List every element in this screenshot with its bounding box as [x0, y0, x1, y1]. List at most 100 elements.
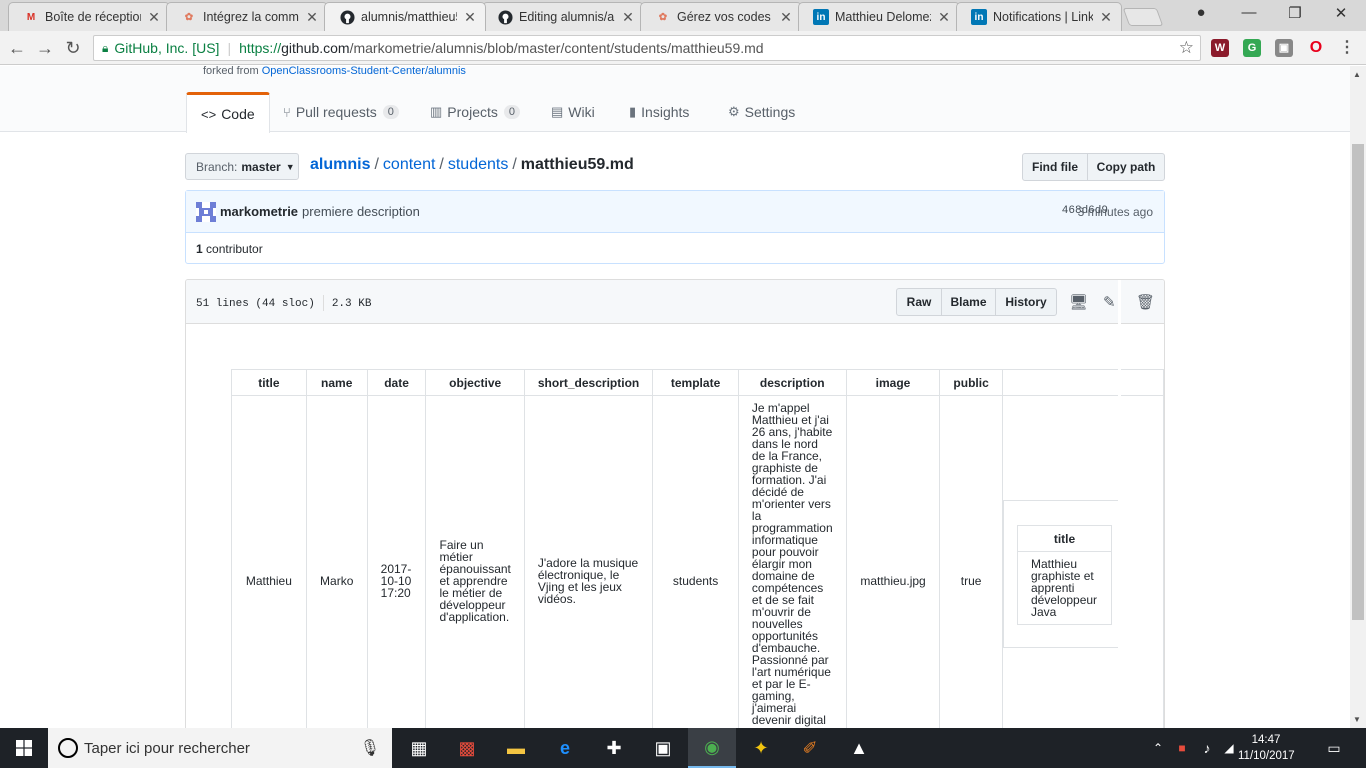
blame-button[interactable]: Blame [941, 288, 996, 316]
forward-icon[interactable]: → [34, 37, 56, 59]
commit-time: 3 minutes ago [1077, 205, 1153, 219]
forked-prefix: forked from [203, 66, 259, 77]
address-bar[interactable]: 🔒︎ GitHub, Inc. [US] | https:// github.c… [93, 35, 1201, 61]
desktop-icon[interactable]: 🖥︎ [1069, 293, 1088, 311]
graph-icon: ▮ [629, 104, 637, 119]
close-icon[interactable]: ✕ [621, 9, 635, 26]
tab-label: Pull requests [295, 104, 377, 120]
chrome-app-icon[interactable]: ◉ [688, 728, 736, 768]
close-icon[interactable]: ✕ [1099, 9, 1113, 26]
reload-icon[interactable]: ↻ [62, 37, 84, 59]
file-viewer: 51 lines (44 sloc) 2.3 KB Raw Blame Histo… [185, 279, 1165, 728]
tray-app-icon[interactable]: ■ [1172, 728, 1192, 768]
browser-tab[interactable]: Editing alumnis/a ✕ [482, 2, 644, 31]
breadcrumb-link[interactable]: students [448, 156, 508, 173]
browser-tab-active[interactable]: alumnis/matthieu5 ✕ [324, 2, 486, 31]
pencil-icon[interactable]: ✎ [1103, 293, 1116, 311]
contributors: 1 contributor [186, 233, 1164, 264]
calendar-app-icon[interactable]: ▦ [395, 728, 443, 768]
tab-label: Projects [447, 104, 498, 120]
new-tab-button[interactable] [1122, 8, 1164, 26]
url-path: /markometrie/alumnis/blob/master/content… [349, 40, 764, 56]
tray-up-arrow-icon[interactable]: ⌃ [1146, 728, 1170, 768]
file-explorer-icon[interactable]: ▬ [492, 728, 540, 768]
nested-column-header: title [1017, 525, 1112, 552]
nested-table: title Matthieu graphiste et apprenti dév… [1017, 525, 1112, 625]
extension-icon[interactable]: G [1243, 39, 1261, 57]
cortana-icon [58, 738, 78, 758]
edge-browser-icon[interactable]: e [541, 728, 589, 768]
scroll-up-icon[interactable]: ▲ [1353, 70, 1361, 79]
cell-date: 2017-10-10 17:20 [366, 395, 427, 728]
browser-tab[interactable]: in Matthieu Delomez ✕ [798, 2, 960, 31]
cell-short-description: J'adore la musique électronique, le Vjin… [523, 395, 654, 728]
browser-toolbar: ← → ↻ 🔒︎ GitHub, Inc. [US] | https:// gi… [0, 31, 1366, 65]
cell-image: matthieu.jpg [845, 395, 941, 728]
notification-center-icon[interactable]: ▭ [1318, 728, 1350, 768]
back-icon[interactable]: ← [6, 37, 28, 59]
trash-icon[interactable]: 🗑︎ [1136, 293, 1155, 311]
breadcrumb-link[interactable]: content [383, 156, 435, 173]
column-header: image [845, 369, 941, 396]
copy-path-button[interactable]: Copy path [1087, 153, 1165, 181]
branch-select[interactable]: Branch: master ▼ [185, 153, 299, 180]
close-icon[interactable]: ✕ [779, 9, 793, 26]
extension-icon[interactable]: ▣ [1275, 39, 1293, 57]
tab-label: Wiki [568, 104, 595, 120]
column-header: public [939, 369, 1003, 396]
close-icon[interactable]: ✕ [937, 9, 951, 26]
taskbar-search-input[interactable]: Taper ici pour rechercher 🎙︎ [48, 728, 392, 768]
store-app-icon[interactable]: ▣ [639, 728, 687, 768]
extension-icon[interactable]: W [1211, 39, 1229, 57]
tab-label: Insights [641, 104, 690, 120]
cell-name: Marko [305, 395, 368, 728]
linkedin-icon: in [971, 9, 987, 25]
network-icon[interactable]: ◢ [1220, 728, 1238, 768]
profile-icon[interactable]: ● [1186, 4, 1216, 21]
commit-message[interactable]: premiere description [302, 204, 420, 219]
scroll-down-icon[interactable]: ▼ [1353, 715, 1361, 724]
tab-wiki[interactable]: ▤ Wiki [551, 92, 595, 132]
find-file-button[interactable]: Find file [1022, 153, 1088, 181]
browser-tab[interactable]: ✿ Intégrez la commu ✕ [166, 2, 328, 31]
tab-pull-requests[interactable]: ⑂ Pull requests 0 [283, 92, 399, 132]
forked-link[interactable]: OpenClassrooms-Student-Center/alumnis [262, 66, 466, 77]
raw-button[interactable]: Raw [896, 288, 942, 316]
opera-icon[interactable]: O [1307, 39, 1325, 57]
breadcrumb-repo-link[interactable]: alumnis [310, 156, 370, 173]
minimize-icon[interactable]: — [1234, 4, 1264, 21]
close-icon[interactable]: ✕ [147, 9, 161, 26]
close-icon[interactable]: ✕ [463, 9, 477, 26]
menu-icon[interactable]: ⋮ [1338, 39, 1356, 57]
column-header: name [305, 369, 368, 396]
plus-app-icon[interactable]: ✚ [590, 728, 638, 768]
gift-app-icon[interactable]: ▩ [443, 728, 491, 768]
browser-tab[interactable]: in Notifications | Link ✕ [956, 2, 1122, 31]
avatar[interactable] [196, 201, 216, 222]
volume-icon[interactable]: ♪ [1196, 728, 1218, 768]
tab-projects[interactable]: ▥ Projects 0 [430, 92, 520, 132]
tab-settings[interactable]: ⚙ Settings [728, 92, 795, 132]
restore-icon[interactable]: ❐ [1280, 4, 1310, 22]
page-scrollbar[interactable]: ▲ ▼ [1350, 66, 1366, 728]
paint-app-icon[interactable]: ✐ [786, 728, 834, 768]
git-app-icon[interactable]: ✦ [737, 728, 785, 768]
close-icon[interactable]: ✕ [305, 9, 319, 26]
scrollbar-thumb[interactable] [1352, 144, 1364, 620]
browser-tab[interactable]: M Boîte de réception ✕ [8, 2, 170, 31]
microphone-icon[interactable]: 🎙︎ [360, 738, 380, 758]
cell-description: Je m'appel Matthieu et j'ai 26 ans, j'ha… [737, 395, 847, 728]
cell-objective: Faire un métier épanouissant et apprendr… [425, 395, 525, 728]
browser-tab[interactable]: ✿ Gérez vos codes s ✕ [640, 2, 802, 31]
photos-app-icon[interactable]: ▲ [835, 728, 883, 768]
bookmark-star-icon[interactable]: ☆ [1179, 38, 1194, 58]
close-window-icon[interactable]: ✕ [1326, 4, 1356, 22]
nested-table-container: title Matthieu graphiste et apprenti dév… [1003, 500, 1120, 648]
history-button[interactable]: History [995, 288, 1057, 316]
secure-label: GitHub, Inc. [US] [114, 40, 220, 56]
taskbar-clock[interactable]: 14:47 11/10/2017 [1238, 732, 1295, 764]
tab-code[interactable]: <> Code [186, 92, 270, 133]
windows-start-icon[interactable] [0, 728, 48, 768]
commit-author[interactable]: markometrie [220, 204, 298, 219]
tab-insights[interactable]: ▮ Insights [629, 92, 689, 132]
